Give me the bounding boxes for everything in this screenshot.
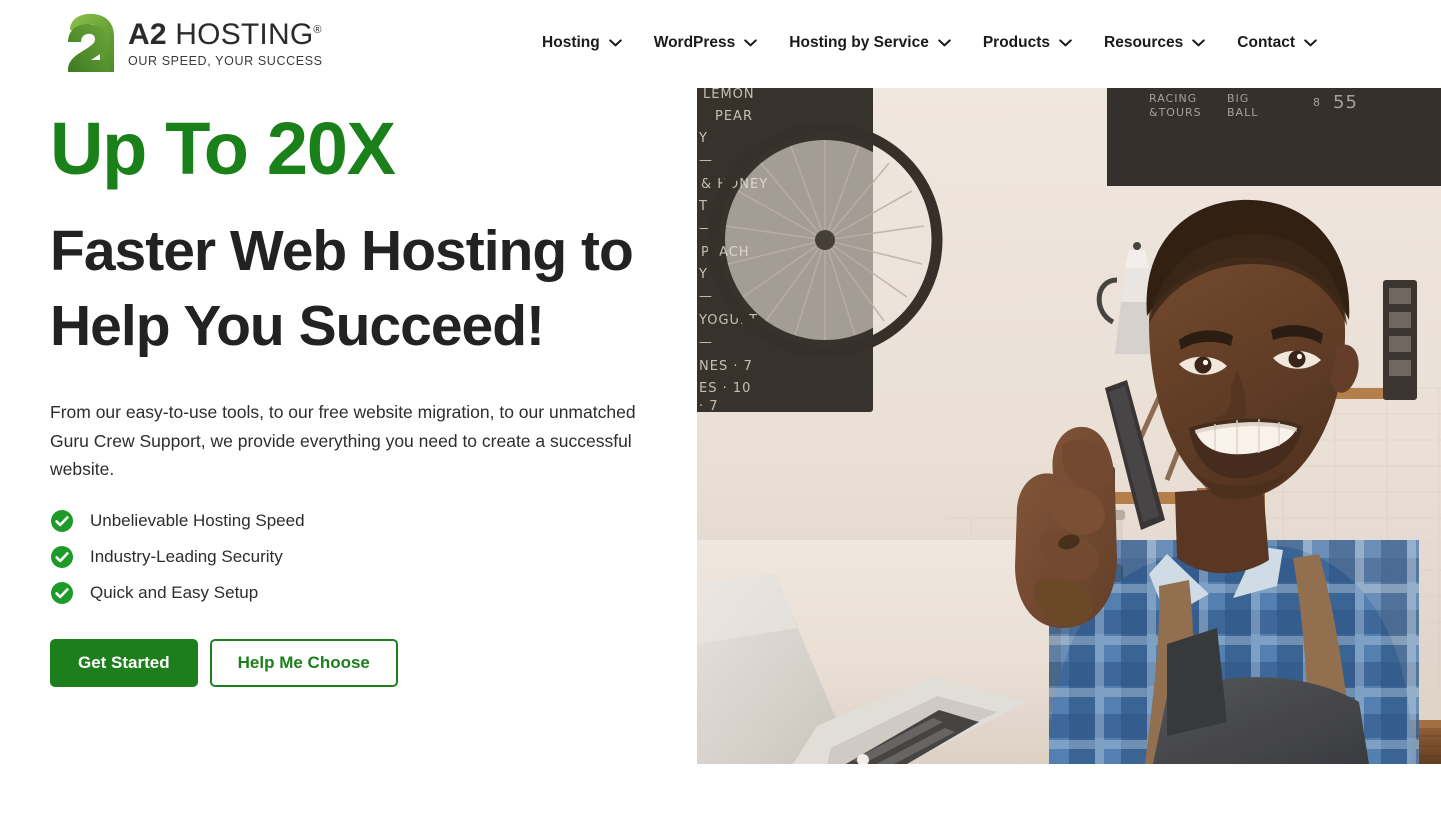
feature-label: Quick and Easy Setup bbox=[90, 582, 259, 602]
chevron-down-icon bbox=[938, 39, 951, 47]
cta-button-group: Get Started Help Me Choose bbox=[50, 638, 690, 687]
chevron-down-icon bbox=[744, 39, 758, 47]
hero-eyebrow: Up To 20X bbox=[50, 107, 396, 190]
hero-content: Up To 20X Faster Web Hosting to Help You… bbox=[50, 90, 690, 687]
chevron-down-icon bbox=[1059, 39, 1072, 47]
nav-item-hosting[interactable]: Hosting bbox=[526, 30, 638, 56]
nav-item-label: Hosting by Service bbox=[789, 34, 929, 51]
nav-item-label: Hosting bbox=[542, 34, 600, 51]
logo-brand-hosting: HOSTING bbox=[175, 18, 314, 52]
nav-item-resources[interactable]: Resources bbox=[1088, 30, 1221, 56]
list-item: Quick and Easy Setup bbox=[50, 581, 690, 605]
registered-mark-icon: ® bbox=[313, 24, 322, 37]
chevron-down-icon bbox=[1192, 39, 1206, 47]
chevron-down-icon bbox=[1304, 39, 1317, 47]
main-navigation: Hosting WordPress Hosting by Service Pro… bbox=[526, 30, 1333, 56]
logo-text-block: A2 HOSTING® OUR SPEED, YOUR SUCCESS bbox=[128, 18, 323, 68]
feature-label: Unbelievable Hosting Speed bbox=[90, 510, 305, 530]
hero-photo: LEMON PEAR Y — & HONEY T — PEACH Y — YOG… bbox=[697, 88, 1441, 764]
nav-item-hosting-by-service[interactable]: Hosting by Service bbox=[773, 30, 967, 56]
logo-brand: A2 HOSTING® bbox=[128, 18, 323, 52]
page-root: A2 HOSTING® OUR SPEED, YOUR SUCCESS Host… bbox=[0, 0, 1441, 825]
site-header: A2 HOSTING® OUR SPEED, YOUR SUCCESS Host… bbox=[0, 0, 1441, 90]
logo[interactable]: A2 HOSTING® OUR SPEED, YOUR SUCCESS bbox=[60, 12, 323, 74]
check-circle-icon bbox=[50, 509, 74, 533]
nav-item-label: Resources bbox=[1104, 34, 1184, 51]
get-started-button[interactable]: Get Started bbox=[50, 638, 198, 687]
list-item: Industry-Leading Security bbox=[50, 545, 690, 569]
logo-tagline: OUR SPEED, YOUR SUCCESS bbox=[128, 53, 323, 68]
nav-item-products[interactable]: Products bbox=[967, 30, 1088, 56]
help-me-choose-button[interactable]: Help Me Choose bbox=[209, 638, 398, 687]
nav-item-label: WordPress bbox=[653, 34, 736, 51]
check-circle-icon bbox=[50, 545, 74, 569]
page-title: Faster Web Hosting to Help You Succeed! bbox=[50, 219, 634, 359]
feature-list: Unbelievable Hosting Speed Industry-Lead… bbox=[50, 509, 690, 605]
a2-logo-mark-icon bbox=[60, 12, 118, 74]
logo-brand-a2: A2 bbox=[128, 18, 167, 52]
nav-item-label: Contact bbox=[1237, 34, 1295, 51]
nav-item-contact[interactable]: Contact bbox=[1221, 30, 1333, 56]
hero-section: Up To 20X Faster Web Hosting to Help You… bbox=[0, 88, 1441, 825]
nav-item-wordpress[interactable]: WordPress bbox=[638, 30, 774, 56]
check-circle-icon bbox=[50, 581, 74, 605]
hero-subtext: From our easy-to-use tools, to our free … bbox=[50, 402, 636, 480]
nav-item-label: Products bbox=[982, 34, 1051, 51]
chevron-down-icon bbox=[608, 39, 622, 47]
list-item: Unbelievable Hosting Speed bbox=[50, 509, 690, 533]
feature-label: Industry-Leading Security bbox=[90, 546, 283, 566]
